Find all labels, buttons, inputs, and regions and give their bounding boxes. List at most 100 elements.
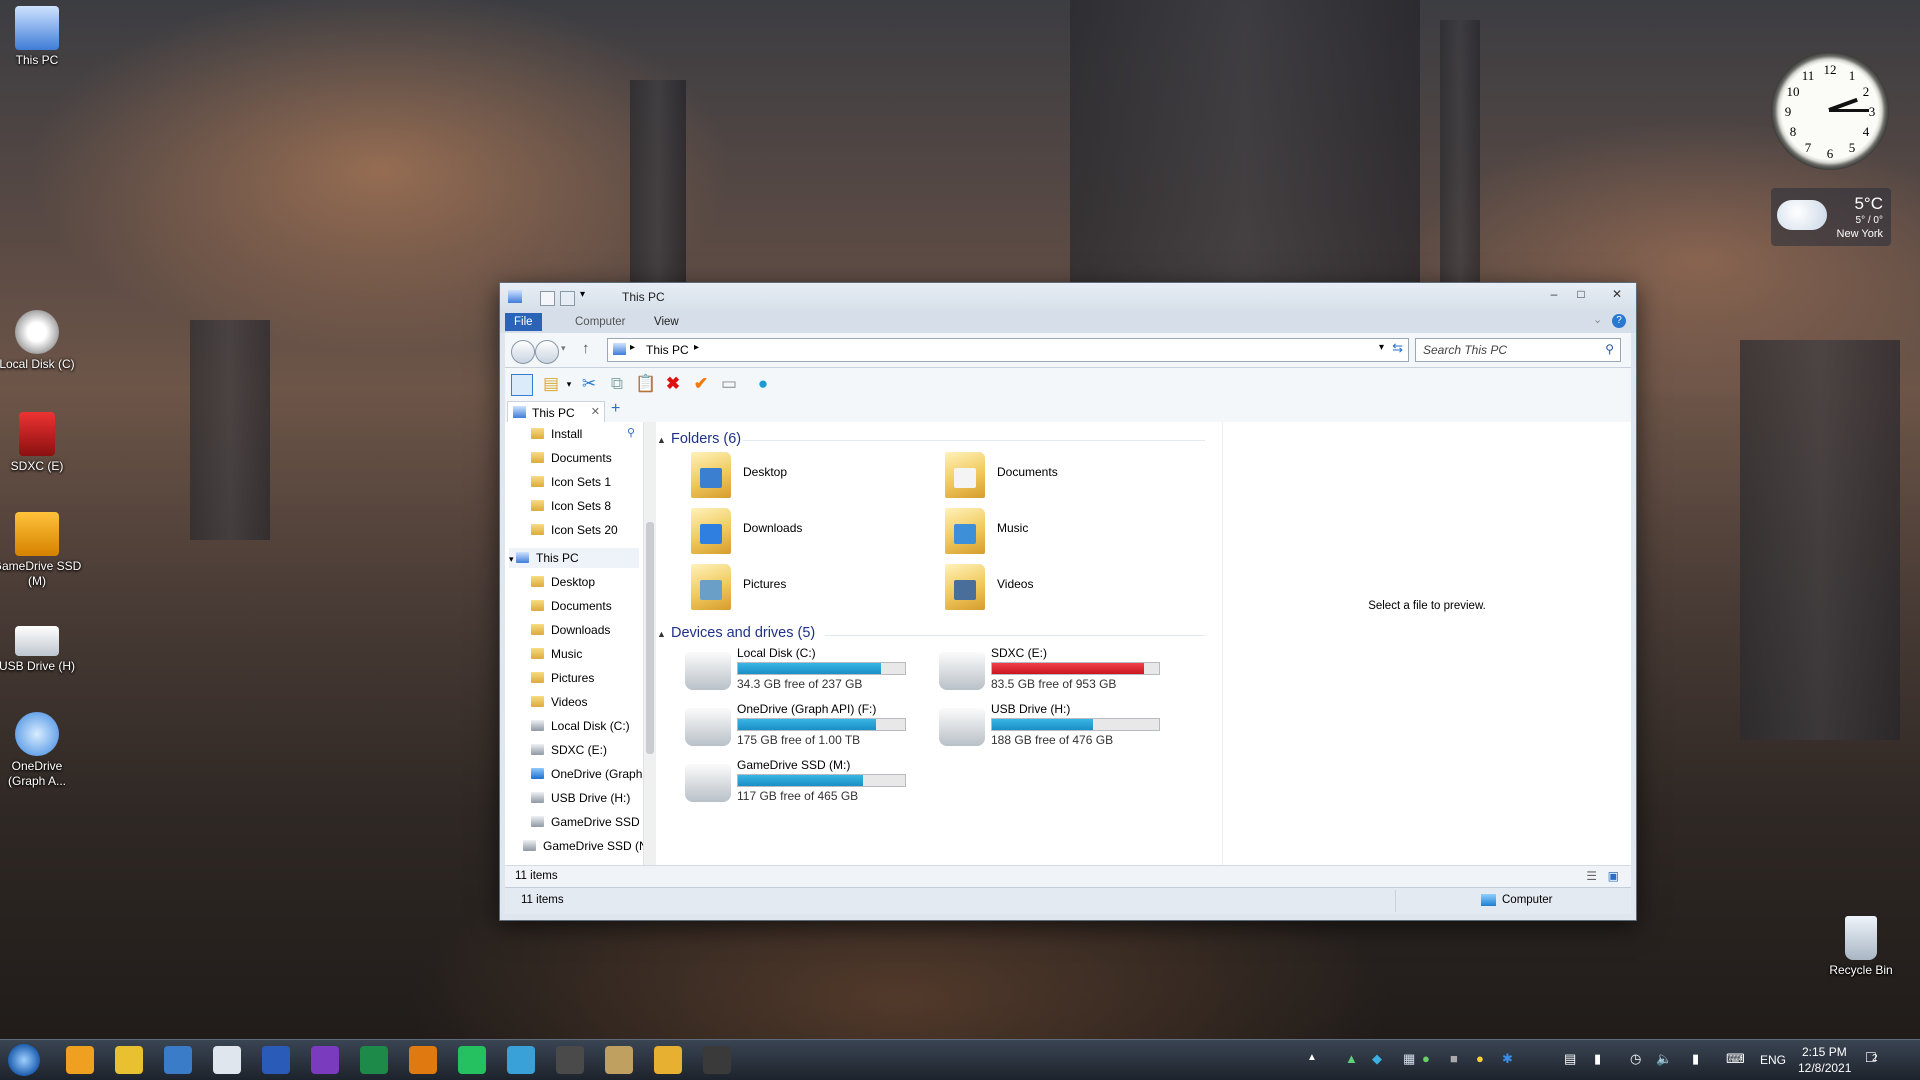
maximize-button[interactable]: □	[1568, 286, 1594, 303]
forward-button[interactable]	[535, 340, 559, 364]
nav-item[interactable]: OneDrive (Graph	[531, 764, 642, 784]
outlook-icon[interactable]	[409, 1046, 437, 1074]
clock-time[interactable]: 2:15 PM	[1802, 1045, 1847, 1059]
close-tab-icon[interactable]: ✕	[591, 405, 600, 418]
confirm-icon[interactable]: ✔	[691, 374, 711, 394]
tab-view[interactable]: View	[645, 313, 688, 331]
drive-item[interactable]: USB Drive (H:) 188 GB free of 476 GB	[939, 702, 1184, 756]
folder-item[interactable]: Music	[945, 508, 1165, 558]
refresh-icon[interactable]: ⇆	[1392, 340, 1403, 356]
nav-item[interactable]: Downloads	[531, 620, 610, 640]
details-view-icon[interactable]: ☰	[1586, 869, 1597, 883]
file-explorer-icon[interactable]	[654, 1046, 682, 1074]
excel-icon[interactable]	[360, 1046, 388, 1074]
scrollbar-thumb[interactable]	[646, 522, 654, 754]
search-icon[interactable]: ⚲	[1605, 342, 1614, 356]
drive-item[interactable]: GameDrive SSD (M:) 117 GB free of 465 GB	[685, 758, 930, 812]
word-icon[interactable]	[262, 1046, 290, 1074]
new-folder-icon[interactable]	[560, 291, 575, 306]
notification-button[interactable]: □ 2	[1866, 1048, 1888, 1068]
tab-computer[interactable]: Computer	[566, 313, 635, 331]
nav-item[interactable]: ▾ This PC	[509, 548, 639, 568]
new-tab-button[interactable]: +	[611, 400, 620, 418]
address-dropdown-icon[interactable]: ▾	[1379, 342, 1384, 353]
bluetooth-icon[interactable]: ✱	[1502, 1051, 1513, 1067]
search-icon[interactable]	[66, 1046, 94, 1074]
terminal-icon[interactable]	[703, 1046, 731, 1074]
desktop-icon-sdxc[interactable]: SDXC (E)	[0, 412, 82, 474]
folders-header[interactable]: Folders (6)	[671, 431, 741, 447]
drive-item[interactable]: SDXC (E:) 83.5 GB free of 953 GB	[939, 646, 1184, 700]
navigation-pane[interactable]: Install Documents Icon Sets 1 Icon Sets 8 Ic…	[505, 422, 644, 866]
help-icon[interactable]: ?	[1612, 314, 1626, 328]
tray-app-icon[interactable]: ▦	[1403, 1051, 1415, 1067]
collapse-arrow-icon[interactable]: ▲	[657, 435, 666, 445]
nav-item[interactable]: Icon Sets 20	[531, 520, 618, 540]
nav-item[interactable]: SDXC (E:)	[531, 740, 607, 760]
nav-item[interactable]: Videos	[531, 692, 587, 712]
close-button[interactable]: ✕	[1599, 286, 1635, 303]
tray-app-icon[interactable]: ●	[1422, 1051, 1430, 1066]
desktop-icon-local-disk[interactable]: Local Disk (C)	[0, 310, 82, 372]
clock-date[interactable]: 12/8/2021	[1798, 1061, 1851, 1075]
search-input[interactable]: Search This PC	[1423, 343, 1507, 357]
nav-item[interactable]: Icon Sets 8	[531, 496, 611, 516]
start-orb-icon[interactable]	[8, 1044, 40, 1076]
circle-app-icon[interactable]	[213, 1046, 241, 1074]
folder-item[interactable]: Desktop	[691, 452, 911, 502]
desktop-icon-this-pc[interactable]: This PC	[0, 6, 82, 68]
folder-item[interactable]: Pictures	[691, 564, 911, 614]
nav-item[interactable]: Install	[531, 424, 582, 444]
clock-gadget[interactable]: 12 1 2 3 4 5 6 7 8 9 10 11	[1771, 52, 1889, 170]
tray-app-icon[interactable]: ◆	[1372, 1051, 1382, 1067]
desktop-icon-recycle-bin[interactable]: Recycle Bin	[1816, 916, 1906, 978]
explorer-window[interactable]: ▾ This PC – □ ✕ File Computer View ⌄ ? ▾…	[499, 282, 1637, 921]
chrome-icon[interactable]	[115, 1046, 143, 1074]
tray-app-icon[interactable]: ▲	[1345, 1051, 1358, 1066]
recent-locations-icon[interactable]: ▾	[561, 343, 566, 354]
drive-item[interactable]: Local Disk (C:) 34.3 GB free of 237 GB	[685, 646, 930, 700]
wifi-icon[interactable]: ◷	[1630, 1051, 1641, 1067]
nav-item[interactable]: GameDrive SSD (	[531, 812, 643, 832]
library-icon[interactable]	[605, 1046, 633, 1074]
chevron-right-icon[interactable]: ▸	[694, 342, 699, 353]
nav-item[interactable]: USB Drive (H:)	[531, 788, 630, 808]
tab-this-pc[interactable]: This PC ✕	[507, 401, 605, 423]
whatsapp-icon[interactable]	[458, 1046, 486, 1074]
navigation-pane-icon[interactable]	[511, 374, 533, 396]
show-hidden-icons-icon[interactable]: ▲	[1307, 1052, 1317, 1063]
cut-icon[interactable]: ✂	[579, 374, 599, 394]
address-text[interactable]: This PC	[646, 343, 689, 357]
onenote-icon[interactable]	[311, 1046, 339, 1074]
chevron-right-icon[interactable]: ▸	[630, 342, 635, 353]
bug-icon[interactable]	[164, 1046, 192, 1074]
properties-icon[interactable]	[540, 291, 555, 306]
language-indicator[interactable]: ENG	[1760, 1053, 1786, 1067]
nav-item[interactable]: Music	[531, 644, 582, 664]
paste-icon[interactable]: 📋	[635, 374, 656, 394]
nav-item[interactable]: Desktop	[531, 572, 595, 592]
nav-item[interactable]: Pictures	[531, 668, 594, 688]
devices-header[interactable]: Devices and drives (5)	[671, 625, 815, 641]
copy-icon[interactable]: ⧉	[607, 374, 627, 394]
nav-item[interactable]: Documents	[531, 448, 612, 468]
photos-icon[interactable]	[507, 1046, 535, 1074]
folder-item[interactable]: Documents	[945, 452, 1165, 502]
chevron-down-icon[interactable]: ▾	[559, 374, 579, 394]
drive-item[interactable]: OneDrive (Graph API) (F:) 175 GB free of …	[685, 702, 930, 756]
nav-item[interactable]: GameDrive SSD (N	[523, 836, 643, 856]
rename-icon[interactable]: ▭	[719, 374, 739, 394]
volume-icon[interactable]: 🔈	[1656, 1051, 1672, 1067]
desktop-icon-gamedrive[interactable]: GameDrive SSD (M)	[0, 512, 82, 589]
minimize-button[interactable]: –	[1541, 286, 1567, 303]
network-icon[interactable]: ▤	[1564, 1051, 1576, 1067]
globe-icon[interactable]: ●	[753, 374, 773, 394]
tab-file[interactable]: File	[505, 313, 542, 331]
desktop-icon-usb-drive[interactable]: USB Drive (H)	[0, 626, 82, 674]
large-icons-view-icon[interactable]: ▣	[1608, 869, 1619, 883]
delete-icon[interactable]: ✖	[663, 374, 683, 394]
chevron-down-icon[interactable]: ⌄	[1593, 313, 1602, 326]
title-bar[interactable]: ▾ This PC – □ ✕	[500, 283, 1636, 311]
usb-icon[interactable]: ▮	[1692, 1051, 1699, 1067]
folder-item[interactable]: Videos	[945, 564, 1165, 614]
